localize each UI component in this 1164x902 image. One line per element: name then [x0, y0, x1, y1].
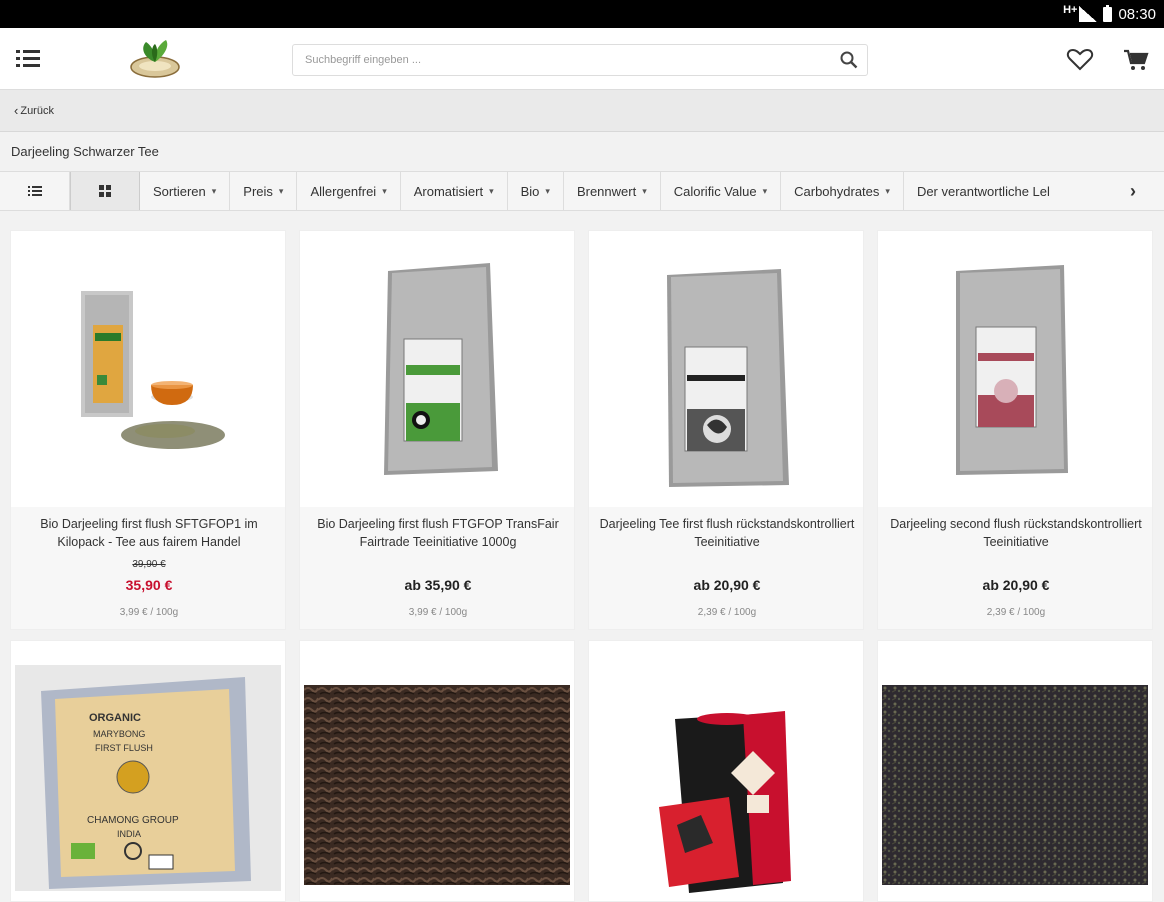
network-type: H+ [1063, 4, 1078, 16]
chevron-left-icon: ‹ [14, 103, 19, 118]
product-card[interactable]: Bio Darjeeling first flush FTGFOP TransF… [299, 230, 575, 630]
back-label[interactable]: Zurück [20, 105, 54, 117]
product-name: Darjeeling second flush rückstandskontro… [890, 517, 1142, 549]
product-name: Darjeeling Tee first flush rückstandskon… [599, 517, 855, 549]
box-label-line: CHAMONG GROUP [87, 815, 179, 826]
filter-label: Sortieren [153, 183, 206, 199]
product-image [882, 235, 1148, 507]
page-title: Darjeeling Schwarzer Tee [11, 144, 159, 159]
list-view-button[interactable] [0, 172, 70, 210]
menu-icon[interactable] [14, 48, 42, 70]
product-card[interactable] [877, 640, 1153, 902]
chevron-down-icon: ▾ [762, 185, 768, 196]
chevron-down-icon: ▾ [489, 185, 494, 196]
box-label-line: INDIA [117, 829, 141, 839]
filter-energy[interactable]: Brennwert ▾ [564, 172, 661, 210]
product-card[interactable]: ORGANIC MARYBONG FIRST FLUSH CHAMONG GRO… [10, 640, 286, 902]
product-card[interactable]: Darjeeling second flush rückstandskontro… [877, 230, 1153, 630]
box-label-line: ORGANIC [89, 712, 141, 724]
filter-label: Calorific Value [673, 183, 757, 199]
product-info: Bio Darjeeling first flush FTGFOP TransF… [300, 507, 574, 629]
product-image [304, 235, 570, 507]
chevron-down-icon: ▾ [278, 185, 284, 196]
product-card[interactable] [588, 640, 864, 902]
product-price: ab 20,90 € [982, 577, 1050, 593]
product-price: ab 20,90 € [693, 577, 761, 593]
product-unit-price: 3,99 € / 100g [408, 607, 468, 618]
product-image [593, 645, 859, 901]
product-image [593, 235, 859, 507]
filter-bar: Sortieren ▾ Preis ▾ Allergenfrei ▾ Aromatis… [0, 171, 1164, 211]
filter-calorific[interactable]: Calorific Value ▾ [661, 172, 782, 210]
status-bar: H+ 08:30 [0, 0, 1164, 28]
search-input[interactable] [293, 45, 831, 75]
search-icon[interactable] [831, 45, 867, 75]
product-image [882, 645, 1148, 901]
grid-icon [99, 185, 111, 197]
product-info: Darjeeling second flush rückstandskontro… [878, 507, 1152, 629]
product-price: ab 35,90 € [404, 577, 472, 593]
filter-carbohydrates[interactable]: Carbohydrates ▾ [781, 172, 904, 210]
clock: 08:30 [1118, 5, 1156, 23]
product-name: Bio Darjeeling first flush SFTGFOP1 im K… [40, 517, 258, 549]
chevron-down-icon: ▾ [885, 185, 890, 196]
signal-icon [1079, 6, 1098, 22]
filter-label: Carbohydrates [794, 183, 880, 199]
filter-allergen[interactable]: Allergenfrei ▾ [297, 172, 401, 210]
product-unit-price: 3,99 € / 100g [119, 607, 179, 618]
back-bar[interactable]: ‹ Zurück [0, 90, 1164, 132]
cart-icon[interactable] [1122, 48, 1150, 72]
filter-price[interactable]: Preis ▾ [230, 172, 298, 210]
filter-label: Bio [520, 183, 540, 199]
filter-sort[interactable]: Sortieren ▾ [140, 172, 231, 210]
chevron-right-icon[interactable]: › [1096, 172, 1164, 210]
search-box [292, 44, 868, 76]
product-old-price: 39,90 € [132, 559, 166, 570]
filter-label: Aromatisiert [413, 183, 484, 199]
product-name: Bio Darjeeling first flush FTGFOP TransF… [317, 517, 559, 549]
product-unit-price: 2,39 € / 100g [697, 607, 757, 618]
product-image [15, 235, 281, 507]
filter-label: Preis [243, 183, 273, 199]
box-label-line: MARYBONG [93, 729, 145, 739]
product-info: Bio Darjeeling first flush SFTGFOP1 im K… [11, 507, 285, 629]
battery-icon [1103, 4, 1113, 22]
filter-label: Der verantwortliche Lel [916, 183, 1050, 199]
filter-bio[interactable]: Bio ▾ [508, 172, 564, 210]
chevron-down-icon: ▾ [642, 185, 647, 196]
heart-icon[interactable] [1066, 48, 1094, 72]
product-card[interactable]: Darjeeling Tee first flush rückstandskon… [588, 230, 864, 630]
product-info: Darjeeling Tee first flush rückstandskon… [589, 507, 863, 629]
chevron-down-icon: ▾ [211, 185, 217, 196]
product-unit-price: 2,39 € / 100g [986, 607, 1046, 618]
product-price: 35,90 € [125, 577, 173, 593]
product-image: ORGANIC MARYBONG FIRST FLUSH CHAMONG GRO… [15, 645, 281, 901]
product-card[interactable]: Bio Darjeeling first flush SFTGFOP1 im K… [10, 230, 286, 630]
grid-view-button[interactable] [70, 172, 140, 210]
app-bar [0, 28, 1164, 90]
filter-label: Brennwert [576, 183, 637, 199]
list-icon [27, 186, 42, 196]
logo[interactable] [128, 38, 182, 80]
filter-flavored[interactable]: Aromatisiert ▾ [401, 172, 508, 210]
box-label-line: FIRST FLUSH [95, 743, 153, 753]
chevron-down-icon: ▾ [382, 185, 387, 196]
filter-label: Allergenfrei [310, 183, 377, 199]
chevron-down-icon: ▾ [545, 185, 550, 196]
product-card[interactable] [299, 640, 575, 902]
product-image [304, 645, 570, 901]
